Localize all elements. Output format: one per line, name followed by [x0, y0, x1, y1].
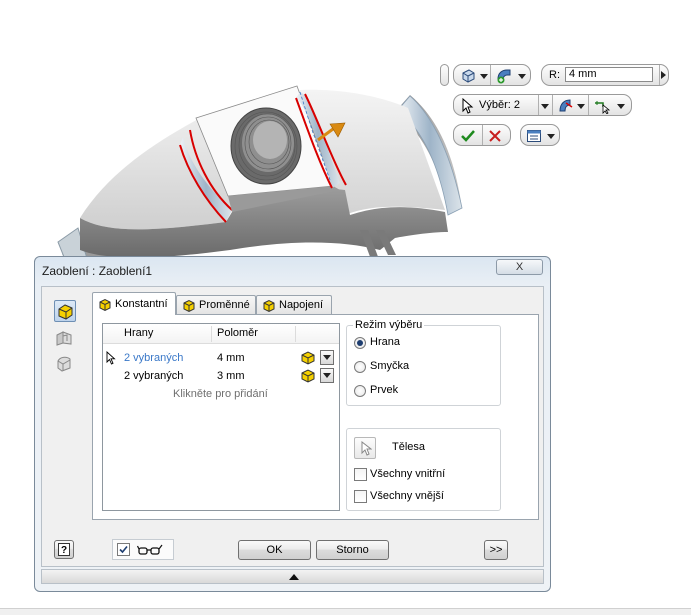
collapse-toggle[interactable]	[41, 569, 544, 584]
chevron-down-icon[interactable]	[480, 74, 488, 79]
tab-panel-constant: Hrany Poloměr 2 vybraných 4 mm 2 vybraný…	[92, 314, 539, 520]
label-all-inner[interactable]: Všechny vnitřní	[370, 468, 445, 480]
row-dropdown-button[interactable]	[320, 350, 334, 365]
chevron-down-icon	[323, 355, 331, 360]
select-cursor-icon	[462, 98, 474, 114]
fillet-dialog: Zaoblení : Zaoblení1 X Konstantní Proměn…	[34, 256, 551, 592]
edge-chain-icon[interactable]	[557, 97, 575, 115]
minitoolbar-body-group[interactable]	[453, 64, 531, 86]
edge-select-mode-icon[interactable]	[593, 98, 611, 114]
add-fillet-set-icon[interactable]	[495, 67, 513, 85]
add-hint-text[interactable]: Klikněte pro přidání	[173, 385, 268, 403]
preview-glasses-icon	[137, 544, 163, 555]
apply-cancel-group[interactable]	[453, 124, 511, 146]
full-round-icon	[57, 356, 71, 372]
row-dropdown-button[interactable]	[320, 368, 334, 383]
tab-label: Napojení	[279, 299, 324, 311]
edge-fillet-icon	[58, 304, 73, 320]
ok-button[interactable]: OK	[238, 540, 311, 560]
checkbox-preview[interactable]	[117, 543, 130, 556]
radio-feature[interactable]	[354, 385, 366, 397]
chevron-down-icon	[323, 373, 331, 378]
selection-mode-group: Režim výběru Hrana Smyčka Prvek	[346, 319, 501, 406]
full-round-fillet-mode-button[interactable]	[54, 353, 76, 375]
chevron-down-icon[interactable]	[518, 74, 526, 79]
constant-fillet-mode-button[interactable]	[54, 300, 76, 322]
cube-yellow-icon[interactable]	[300, 350, 316, 366]
help-icon: ?	[58, 543, 70, 556]
tab-setbacks[interactable]: Napojení	[256, 295, 332, 314]
close-button[interactable]: X	[496, 259, 543, 275]
cancel-x-icon[interactable]	[488, 129, 502, 143]
checkmark-icon	[119, 545, 128, 554]
radio-edge[interactable]	[354, 337, 366, 349]
threaded-hole-bottom	[253, 121, 287, 159]
chevron-down-icon[interactable]	[617, 104, 625, 109]
select-cursor-icon	[361, 441, 372, 456]
dialog-list-icon[interactable]	[526, 128, 542, 144]
table-header: Hrany Poloměr	[103, 324, 339, 344]
column-header-radius[interactable]: Poloměr	[217, 324, 258, 343]
cube-yellow-icon[interactable]	[300, 368, 316, 384]
label-all-outer[interactable]: Všechny vnější	[370, 490, 444, 502]
radio-label-feature[interactable]: Prvek	[370, 384, 398, 396]
cube-yellow-icon	[263, 299, 275, 313]
tab-label: Proměnné	[199, 299, 250, 311]
face-fillet-icon	[56, 331, 72, 346]
dialog-title: Zaoblení : Zaoblení1	[42, 264, 153, 278]
edges-cell[interactable]: 2 vybraných	[124, 367, 183, 385]
radius-cell[interactable]: 4 mm	[217, 349, 245, 367]
pointer-cursor-icon	[106, 351, 116, 365]
tab-variable[interactable]: Proměnné	[176, 295, 256, 314]
checkbox-all-outer[interactable]	[354, 490, 367, 503]
edge-set-table[interactable]: Hrany Poloměr 2 vybraných 4 mm 2 vybraný…	[102, 323, 340, 511]
selection-group[interactable]: Výběr: 2	[453, 94, 632, 116]
chevron-right-icon[interactable]	[661, 71, 666, 79]
chevron-down-icon[interactable]	[547, 134, 555, 139]
selection-mode-legend: Režim výběru	[353, 319, 425, 331]
cancel-button[interactable]: Storno	[316, 540, 389, 560]
checkbox-all-inner[interactable]	[354, 468, 367, 481]
radius-cell[interactable]: 3 mm	[217, 367, 245, 385]
apply-check-icon[interactable]	[460, 128, 476, 144]
tab-constant[interactable]: Konstantní	[92, 292, 176, 315]
svg-text:?: ?	[61, 545, 67, 556]
chevron-down-icon[interactable]	[541, 104, 549, 109]
preview-toggle[interactable]	[112, 539, 174, 560]
table-row[interactable]: 2 vybraných 3 mm	[103, 367, 339, 385]
face-fillet-mode-button[interactable]	[54, 327, 76, 349]
radius-label: R:	[549, 69, 560, 81]
edges-cell[interactable]: 2 vybraných	[124, 349, 183, 367]
dialog-options-group[interactable]	[520, 124, 560, 146]
solid-icon	[462, 69, 475, 83]
tab-label: Konstantní	[115, 298, 168, 310]
column-header-edges[interactable]: Hrany	[124, 324, 153, 343]
table-row[interactable]: 2 vybraných 4 mm	[103, 349, 339, 367]
bodies-label: Tělesa	[392, 441, 426, 453]
chevron-up-icon	[289, 574, 299, 580]
radio-loop[interactable]	[354, 361, 366, 373]
radio-label-loop[interactable]: Smyčka	[370, 360, 409, 372]
bodies-select-button[interactable]	[354, 437, 376, 459]
cube-yellow-icon	[183, 299, 195, 313]
chevron-down-icon[interactable]	[577, 104, 585, 109]
selection-count: Výběr: 2	[479, 99, 520, 111]
bodies-group: Tělesa Všechny vnitřní Všechny vnější	[346, 428, 501, 511]
cube-yellow-icon	[99, 298, 111, 312]
add-row-hint[interactable]: Klikněte pro přidání	[103, 385, 339, 403]
help-button[interactable]: ?	[54, 540, 74, 559]
more-options-button[interactable]: >>	[484, 540, 508, 560]
minitoolbar-grip[interactable]	[440, 64, 449, 86]
dialog-content: Konstantní Proměnné Napojení Hrany Polom…	[41, 286, 544, 567]
radius-input[interactable]: 4 mm	[565, 67, 653, 82]
radio-label-edge[interactable]: Hrana	[370, 336, 400, 348]
